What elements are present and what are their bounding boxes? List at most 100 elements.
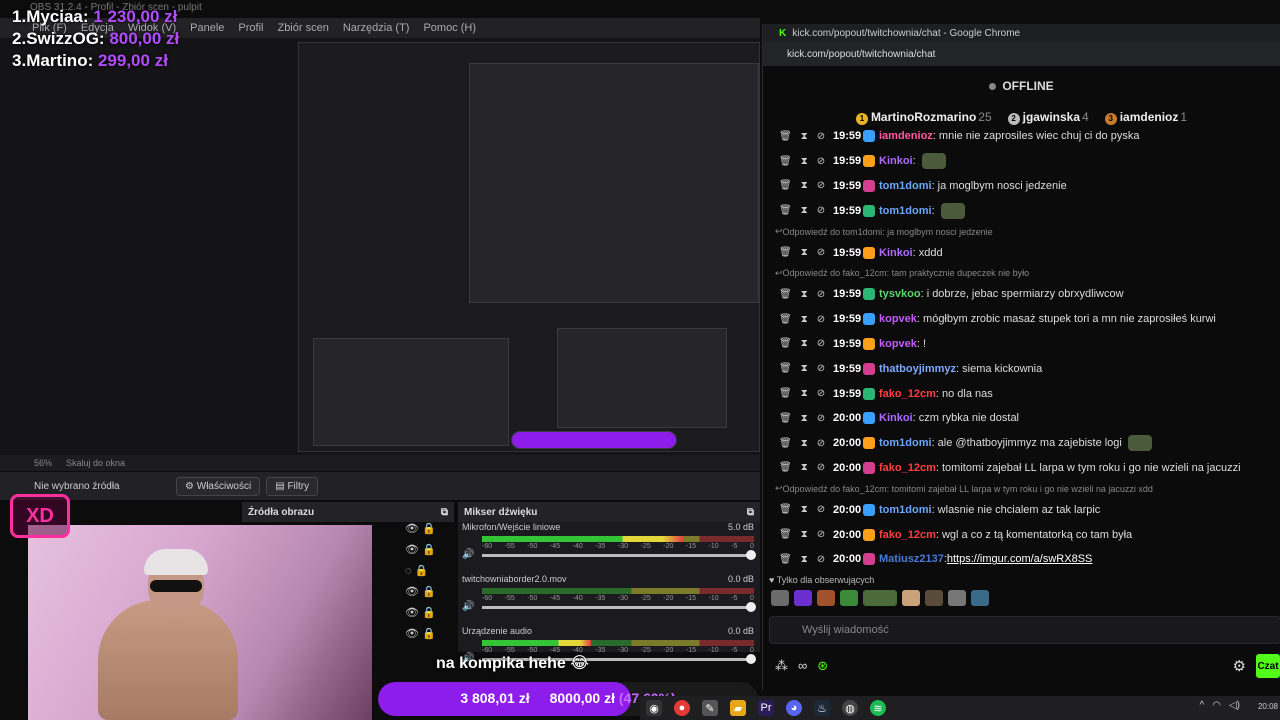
hourglass-icon[interactable]: ⧗: [801, 180, 808, 191]
message-username[interactable]: Kinkoi: [879, 247, 913, 259]
premiere-icon[interactable]: Pr: [758, 700, 774, 716]
hourglass-icon[interactable]: ⧗: [801, 314, 808, 325]
discord-icon[interactable]: ◕: [786, 700, 802, 716]
emote[interactable]: [863, 590, 897, 606]
ban-icon[interactable]: ⊘: [817, 363, 825, 374]
ban-icon[interactable]: ⊘: [817, 554, 825, 565]
slider-knob[interactable]: [746, 654, 756, 664]
ban-icon[interactable]: ⊘: [817, 180, 825, 191]
obs-menu-item[interactable]: Narzędzia (T): [343, 22, 410, 34]
ban-icon[interactable]: ⊘: [817, 413, 825, 424]
properties-button[interactable]: ⚙ Właściwości: [176, 476, 261, 496]
ban-icon[interactable]: ⊘: [817, 504, 825, 515]
message-username[interactable]: tom1domi: [879, 437, 932, 449]
emote[interactable]: [902, 590, 920, 606]
hourglass-icon[interactable]: ⧗: [801, 247, 808, 258]
hourglass-icon[interactable]: ⧗: [801, 363, 808, 374]
trash-icon[interactable]: 🗑: [779, 131, 792, 142]
trash-icon[interactable]: 🗑: [779, 413, 792, 424]
message-username[interactable]: Kinkoi: [879, 155, 913, 167]
ban-icon[interactable]: ⊘: [817, 462, 825, 473]
ban-icon[interactable]: ⊘: [817, 338, 825, 349]
eye-icon[interactable]: 👁 🔒: [405, 585, 445, 606]
emote[interactable]: [771, 590, 789, 606]
hourglass-icon[interactable]: ⧗: [801, 504, 808, 515]
obs-menu-item[interactable]: Pomoc (H): [423, 22, 476, 34]
slider-knob[interactable]: [746, 550, 756, 560]
hourglass-icon[interactable]: ⧗: [801, 131, 808, 142]
message-username[interactable]: thatboyjimmyz: [879, 363, 956, 375]
trash-icon[interactable]: 🗑: [779, 529, 792, 540]
hourglass-icon[interactable]: ⧗: [801, 529, 808, 540]
ban-icon[interactable]: ⊘: [817, 289, 825, 300]
chevron-up-icon[interactable]: ^: [1200, 700, 1205, 711]
message-username[interactable]: fako_12cm: [879, 462, 936, 474]
ban-icon[interactable]: ⊘: [817, 388, 825, 399]
emote[interactable]: [840, 590, 858, 606]
chrome-icon[interactable]: ●: [674, 700, 690, 716]
hourglass-icon[interactable]: ⧗: [801, 338, 808, 349]
hourglass-icon[interactable]: ⧗: [801, 156, 808, 167]
message-link[interactable]: https://imgur.com/a/swRX8SS: [947, 553, 1093, 565]
obs-menu-item[interactable]: Profil: [238, 22, 263, 34]
slider-knob[interactable]: [746, 602, 756, 612]
wifi-icon[interactable]: ◠: [1212, 700, 1221, 711]
scale-label[interactable]: Skaluj do okna: [66, 458, 125, 468]
filters-button[interactable]: ▤ Filtry: [266, 476, 319, 496]
trash-icon[interactable]: 🗑: [779, 462, 792, 473]
trash-icon[interactable]: 🗑: [779, 156, 792, 167]
trash-icon[interactable]: 🗑: [779, 363, 792, 374]
ban-icon[interactable]: ⊘: [817, 247, 825, 258]
ban-icon[interactable]: ⊘: [817, 205, 825, 216]
trash-icon[interactable]: 🗑: [779, 554, 792, 565]
infinity-icon[interactable]: ∞: [798, 658, 807, 674]
kick-icon[interactable]: ⊛: [817, 658, 828, 674]
spotify-icon[interactable]: ≋: [870, 700, 886, 716]
message-username[interactable]: fako_12cm: [879, 388, 936, 400]
message-username[interactable]: kopvek: [879, 313, 917, 325]
message-username[interactable]: tom1domi: [879, 504, 932, 516]
hourglass-icon[interactable]: ⧗: [801, 438, 808, 449]
eye-icon[interactable]: 👁 🔒: [405, 606, 445, 627]
hourglass-icon[interactable]: ⧗: [801, 388, 808, 399]
emote[interactable]: [925, 590, 943, 606]
undock-icon[interactable]: ⧉: [747, 507, 754, 518]
emote[interactable]: [948, 590, 966, 606]
message-username[interactable]: Kinkoi: [879, 412, 913, 424]
trash-icon[interactable]: 🗑: [779, 504, 792, 515]
hourglass-icon[interactable]: ⧗: [801, 205, 808, 216]
speaker-icon[interactable]: 🔊: [462, 601, 474, 612]
message-username[interactable]: tysvkoo: [879, 288, 921, 300]
undock-icon[interactable]: ⧉: [441, 507, 448, 518]
hourglass-icon[interactable]: ⧗: [801, 289, 808, 300]
volume-slider[interactable]: [482, 602, 756, 612]
message-username[interactable]: tom1domi: [879, 180, 932, 192]
speaker-icon[interactable]: 🔊: [462, 549, 474, 560]
trash-icon[interactable]: 🗑: [779, 205, 792, 216]
settings-icon[interactable]: ⁂: [775, 658, 788, 674]
hourglass-icon[interactable]: ⧗: [801, 413, 808, 424]
emote[interactable]: [794, 590, 812, 606]
address-bar[interactable]: kick.com/popout/twitchownia/chat: [763, 42, 1280, 66]
folder-icon[interactable]: ▰: [730, 700, 746, 716]
message-username[interactable]: Matiusz2137: [879, 553, 944, 565]
obs-menu-item[interactable]: Zbiór scen: [277, 22, 328, 34]
emote[interactable]: [971, 590, 989, 606]
emote[interactable]: [817, 590, 835, 606]
ban-icon[interactable]: ⊘: [817, 156, 825, 167]
chat-send-button[interactable]: Czat: [1256, 654, 1280, 678]
volume-icon[interactable]: ◁): [1229, 700, 1240, 711]
message-username[interactable]: iamdenioz: [879, 130, 933, 142]
trash-icon[interactable]: 🗑: [779, 314, 792, 325]
ban-icon[interactable]: ⊘: [817, 438, 825, 449]
message-username[interactable]: tom1domi: [879, 205, 932, 217]
trash-icon[interactable]: 🗑: [779, 247, 792, 258]
message-username[interactable]: kopvek: [879, 338, 917, 350]
trash-icon[interactable]: 🗑: [779, 388, 792, 399]
volume-slider[interactable]: [482, 550, 756, 560]
eye-icon[interactable]: 👁 🔒: [405, 543, 445, 564]
steam-icon[interactable]: ♨: [814, 700, 830, 716]
eye-off-icon[interactable]: ◌ 🔒: [405, 564, 445, 585]
eye-icon[interactable]: 👁 🔒: [405, 627, 445, 648]
eye-icon[interactable]: 👁 🔒: [405, 522, 445, 543]
